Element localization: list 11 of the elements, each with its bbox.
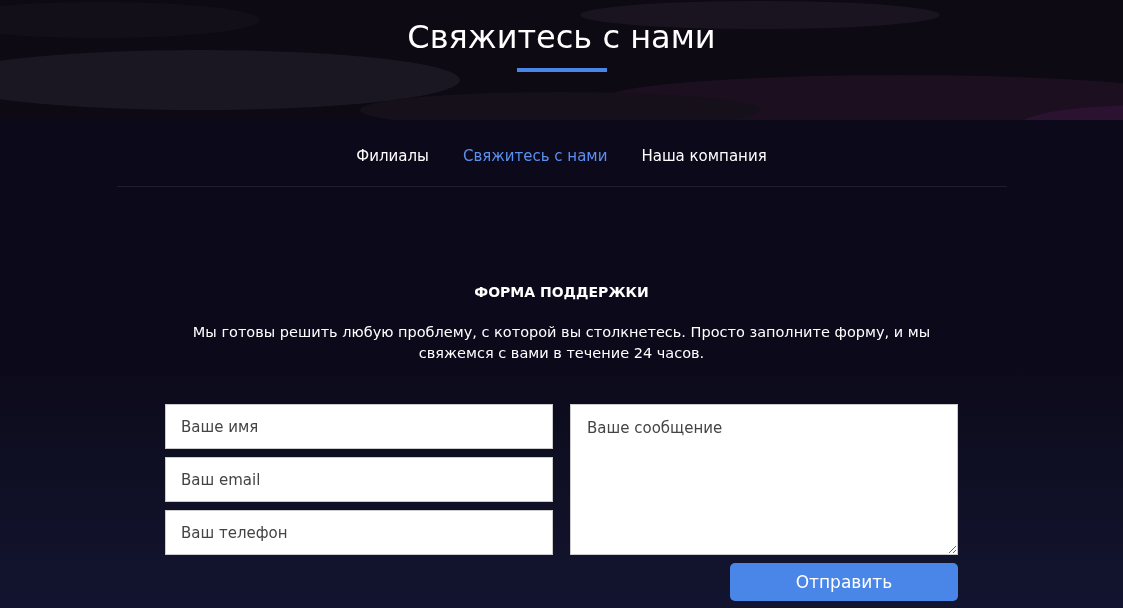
form-title: ФОРМА ПОДДЕРЖКИ <box>474 283 649 302</box>
nav-link[interactable]: Наша компания <box>641 146 767 168</box>
form-description: Мы готовы решить любую проблему, с которой вы столкнетесь. Просто заполните форму, и мы свяжемся с вами в течение 24 часов. <box>191 323 932 363</box>
input-field[interactable]: Ваше имя <box>165 404 553 449</box>
input-field[interactable]: Ваш телефон <box>165 510 553 555</box>
nav-link[interactable]: Филиалы <box>356 146 429 168</box>
page-title: Свяжитесь с нами <box>407 17 716 58</box>
input-field[interactable]: Ваш email <box>165 457 553 502</box>
nav-link[interactable]: Свяжитесь с нами <box>462 146 608 168</box>
submit-button[interactable]: Отправить <box>730 563 958 601</box>
message-field[interactable]: Ваше сообщение <box>570 404 958 555</box>
